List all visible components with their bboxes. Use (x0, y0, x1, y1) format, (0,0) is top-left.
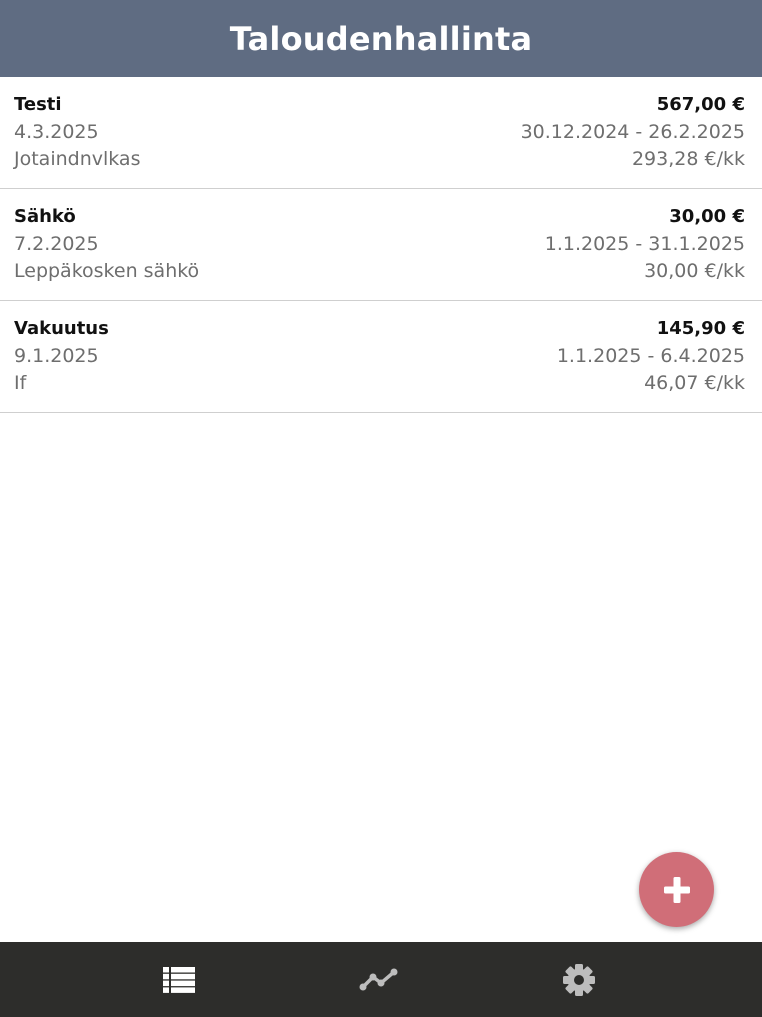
list-icon (163, 966, 195, 993)
bill-payee: Leppäkosken sähkö (14, 260, 200, 282)
plus-icon (663, 876, 690, 903)
bill-name: Testi (14, 94, 62, 115)
add-bill-button[interactable] (639, 852, 714, 927)
bill-date: 9.1.2025 (14, 345, 99, 367)
trend-chart-icon (359, 968, 398, 990)
nav-list-button[interactable] (139, 942, 219, 1017)
bill-amount: 145,90 € (656, 318, 745, 339)
bill-payee: Jotaindnvlkas (14, 148, 141, 170)
bill-date: 4.3.2025 (14, 121, 99, 143)
bill-period: 30.12.2024 - 26.2.2025 (520, 121, 745, 143)
nav-chart-button[interactable] (339, 942, 419, 1017)
bill-item[interactable]: Vakuutus 145,90 € 9.1.2025 1.1.2025 - 6.… (0, 301, 762, 413)
app-header: Taloudenhallinta (0, 0, 762, 77)
bottom-navigation (0, 942, 762, 1017)
bill-period: 1.1.2025 - 31.1.2025 (544, 233, 745, 255)
app-title: Taloudenhallinta (229, 19, 533, 58)
bill-item[interactable]: Sähkö 30,00 € 7.2.2025 1.1.2025 - 31.1.2… (0, 189, 762, 301)
bill-name: Sähkö (14, 206, 76, 227)
bill-list: Testi 567,00 € 4.3.2025 30.12.2024 - 26.… (0, 77, 762, 413)
bill-amount: 567,00 € (656, 94, 745, 115)
bill-date: 7.2.2025 (14, 233, 99, 255)
bill-monthly: 293,28 €/kk (631, 148, 745, 170)
bill-name: Vakuutus (14, 318, 109, 339)
bill-amount: 30,00 € (669, 206, 745, 227)
bill-period: 1.1.2025 - 6.4.2025 (556, 345, 745, 367)
bill-item[interactable]: Testi 567,00 € 4.3.2025 30.12.2024 - 26.… (0, 77, 762, 189)
bill-payee: If (14, 372, 27, 394)
bill-monthly: 46,07 €/kk (644, 372, 745, 394)
nav-settings-button[interactable] (539, 942, 619, 1017)
bill-monthly: 30,00 €/kk (644, 260, 745, 282)
gear-icon (563, 963, 595, 996)
